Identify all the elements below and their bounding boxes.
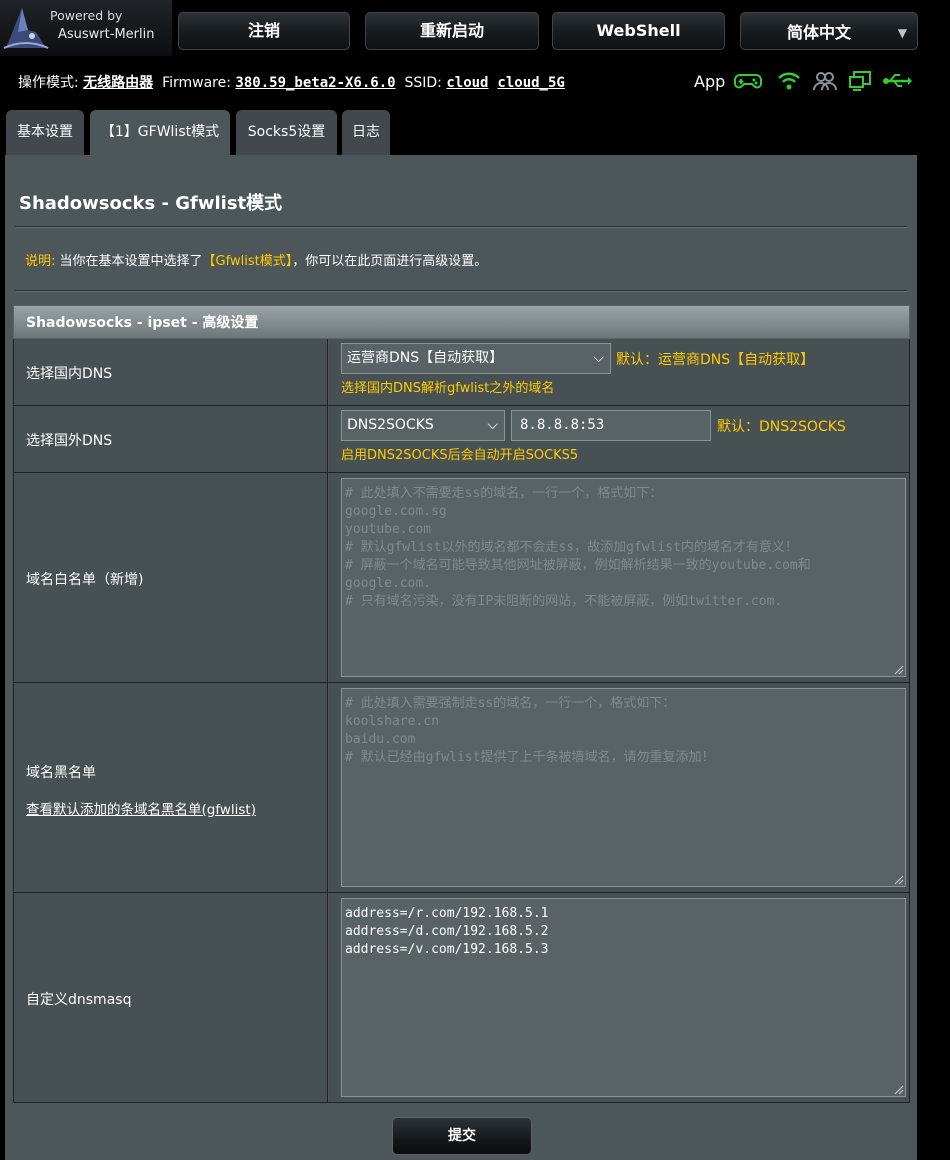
- dnsmasq-value: address=/r.com/192.168.5.1 address=/d.co…: [345, 906, 549, 957]
- blacklist-placeholder: # 此处填入需要强制走ss的域名，一行一个，格式如下： koolshare.cn…: [345, 696, 715, 765]
- mode-label: 操作模式:: [18, 75, 79, 91]
- language-select[interactable]: 简体中文 ▼: [740, 12, 918, 50]
- app-label[interactable]: App: [694, 72, 725, 91]
- foreign-dns-hint: 启用DNS2SOCKS后会自动开启SOCKS5: [341, 448, 579, 463]
- firmware-version-link[interactable]: 380.59_beta2-X6.6.0: [235, 75, 395, 91]
- reboot-button[interactable]: 重新启动: [365, 12, 539, 50]
- description-note: 说明: 当你在基本设置中选择了【Gfwlist模式】，你可以在此页面进行高级设置…: [25, 250, 487, 269]
- tab-socks5-settings[interactable]: Socks5设置: [236, 110, 337, 156]
- divider: [15, 226, 907, 228]
- mode-value-link[interactable]: 无线路由器: [83, 75, 153, 91]
- foreign-dns-server-input[interactable]: 8.8.8.8:53: [511, 410, 711, 441]
- note-label: 说明:: [25, 254, 56, 269]
- brand-name: Asuswrt-Merlin: [58, 27, 155, 42]
- row-value-cell: 运营商DNS【自动获取】 ⌵ 默认：运营商DNS【自动获取】 选择国内DNS解析…: [329, 339, 909, 405]
- table-row: 自定义dnsmasq address=/r.com/192.168.5.1 ad…: [13, 893, 910, 1103]
- table-row: 域名黑名单 查看默认添加的条域名黑名单(gfwlist) # 此处填入需要强制走…: [13, 683, 910, 893]
- row-value-cell: DNS2SOCKS ⌵ 8.8.8.8:53 默认：DNS2SOCKS 启用DN…: [329, 406, 909, 472]
- note-text-post: ，你可以在此页面进行高级设置。: [292, 254, 488, 269]
- table-header: Shadowsocks - ipset - 高级设置: [13, 305, 910, 339]
- row-label-cell: 域名白名单（新增): [14, 473, 328, 682]
- foreign-dns-label: 选择国外DNS: [26, 433, 113, 449]
- chevron-down-icon: ▼: [897, 26, 907, 40]
- whitelist-textarea[interactable]: # 此处填入不需要走ss的域名，一行一个，格式如下： google.com.sg…: [341, 478, 906, 677]
- whitelist-label: 域名白名单（新增): [26, 572, 144, 588]
- row-label-cell: 选择国外DNS: [14, 406, 328, 472]
- ssid-link-1[interactable]: cloud: [446, 75, 488, 91]
- china-dns-selected: 运营商DNS【自动获取】: [347, 350, 504, 366]
- china-dns-default-note: 默认：运营商DNS【自动获取】: [616, 352, 815, 368]
- row-label-cell: 自定义dnsmasq: [14, 893, 328, 1102]
- row-label-cell: 域名黑名单 查看默认添加的条域名黑名单(gfwlist): [14, 683, 328, 892]
- wizard-logo-icon: [3, 8, 49, 49]
- row-value-cell: # 此处填入不需要走ss的域名，一行一个，格式如下： google.com.sg…: [329, 473, 909, 682]
- ssid-link-2[interactable]: cloud_5G: [497, 75, 564, 91]
- resize-handle-icon[interactable]: [892, 663, 904, 675]
- usb-icon[interactable]: [882, 70, 912, 92]
- china-dns-select[interactable]: 运营商DNS【自动获取】 ⌵: [341, 343, 611, 374]
- logout-button[interactable]: 注销: [178, 12, 350, 50]
- asuswrt-merlin-logo: Powered by Asuswrt-Merlin: [0, 0, 172, 56]
- tab-basic-settings[interactable]: 基本设置: [6, 110, 84, 156]
- blacklist-label: 域名黑名单: [26, 765, 96, 781]
- row-value-cell: # 此处填入需要强制走ss的域名，一行一个，格式如下： koolshare.cn…: [329, 683, 909, 892]
- status-bar: 操作模式: 无线路由器 Firmware: 380.59_beta2-X6.6.…: [0, 56, 950, 102]
- resize-handle-icon[interactable]: [892, 873, 904, 885]
- resize-handle-icon[interactable]: [892, 1083, 904, 1095]
- webshell-button[interactable]: WebShell: [552, 12, 725, 50]
- users-icon[interactable]: [812, 70, 838, 92]
- divider: [15, 290, 907, 292]
- note-text-pre: 当你在基本设置中选择了: [59, 254, 203, 269]
- page-title: Shadowsocks - Gfwlist模式: [19, 193, 283, 214]
- dnsmasq-label: 自定义dnsmasq: [26, 992, 132, 1008]
- foreign-dns-select[interactable]: DNS2SOCKS ⌵: [341, 410, 505, 441]
- monitor-icon[interactable]: [848, 70, 872, 92]
- blacklist-textarea[interactable]: # 此处填入需要强制走ss的域名，一行一个，格式如下： koolshare.cn…: [341, 688, 906, 887]
- top-bar: Powered by Asuswrt-Merlin 注销 重新启动 WebShe…: [0, 0, 950, 56]
- table-row: 选择国外DNS DNS2SOCKS ⌵ 8.8.8.8:53 默认：DNS2SO…: [13, 406, 910, 473]
- note-highlight: 【Gfwlist模式】: [202, 254, 293, 269]
- firmware-label: Firmware:: [162, 75, 231, 91]
- china-dns-hint: 选择国内DNS解析gfwlist之外的域名: [341, 381, 555, 396]
- tab-log[interactable]: 日志: [342, 110, 390, 156]
- ssid-label: SSID:: [404, 75, 442, 91]
- view-default-blacklist-link[interactable]: 查看默认添加的条域名黑名单(gfwlist): [26, 798, 256, 818]
- powered-by-text: Powered by: [50, 8, 123, 23]
- foreign-dns-default-note: 默认：DNS2SOCKS: [717, 419, 846, 435]
- china-dns-label: 选择国内DNS: [26, 366, 113, 382]
- tab-gfwlist-mode[interactable]: 【1】GFWlist模式: [90, 110, 230, 156]
- submit-button[interactable]: 提交: [392, 1117, 532, 1155]
- row-value-cell: address=/r.com/192.168.5.1 address=/d.co…: [329, 893, 909, 1102]
- whitelist-placeholder: # 此处填入不需要走ss的域名，一行一个，格式如下： google.com.sg…: [345, 486, 811, 609]
- page-edge: [917, 155, 950, 1160]
- language-select-label: 简体中文: [786, 23, 851, 42]
- table-row: 选择国内DNS 运营商DNS【自动获取】 ⌵ 默认：运营商DNS【自动获取】 选…: [13, 339, 910, 406]
- row-label-cell: 选择国内DNS: [14, 339, 328, 405]
- chevron-down-icon: ⌵: [593, 350, 604, 366]
- table-row: 域名白名单（新增) # 此处填入不需要走ss的域名，一行一个，格式如下： goo…: [13, 473, 910, 683]
- advanced-settings-table: Shadowsocks - ipset - 高级设置 选择国内DNS 运营商DN…: [13, 305, 910, 1105]
- gamepad-icon[interactable]: [734, 70, 762, 92]
- tab-bar: 基本设置 【1】GFWlist模式 Socks5设置 日志: [0, 102, 950, 156]
- chevron-down-icon: ⌵: [487, 417, 498, 433]
- main-panel: Shadowsocks - Gfwlist模式 说明: 当你在基本设置中选择了【…: [5, 155, 917, 1160]
- wifi-icon[interactable]: [777, 70, 801, 92]
- dnsmasq-textarea[interactable]: address=/r.com/192.168.5.1 address=/d.co…: [341, 898, 906, 1097]
- foreign-dns-selected: DNS2SOCKS: [347, 417, 434, 433]
